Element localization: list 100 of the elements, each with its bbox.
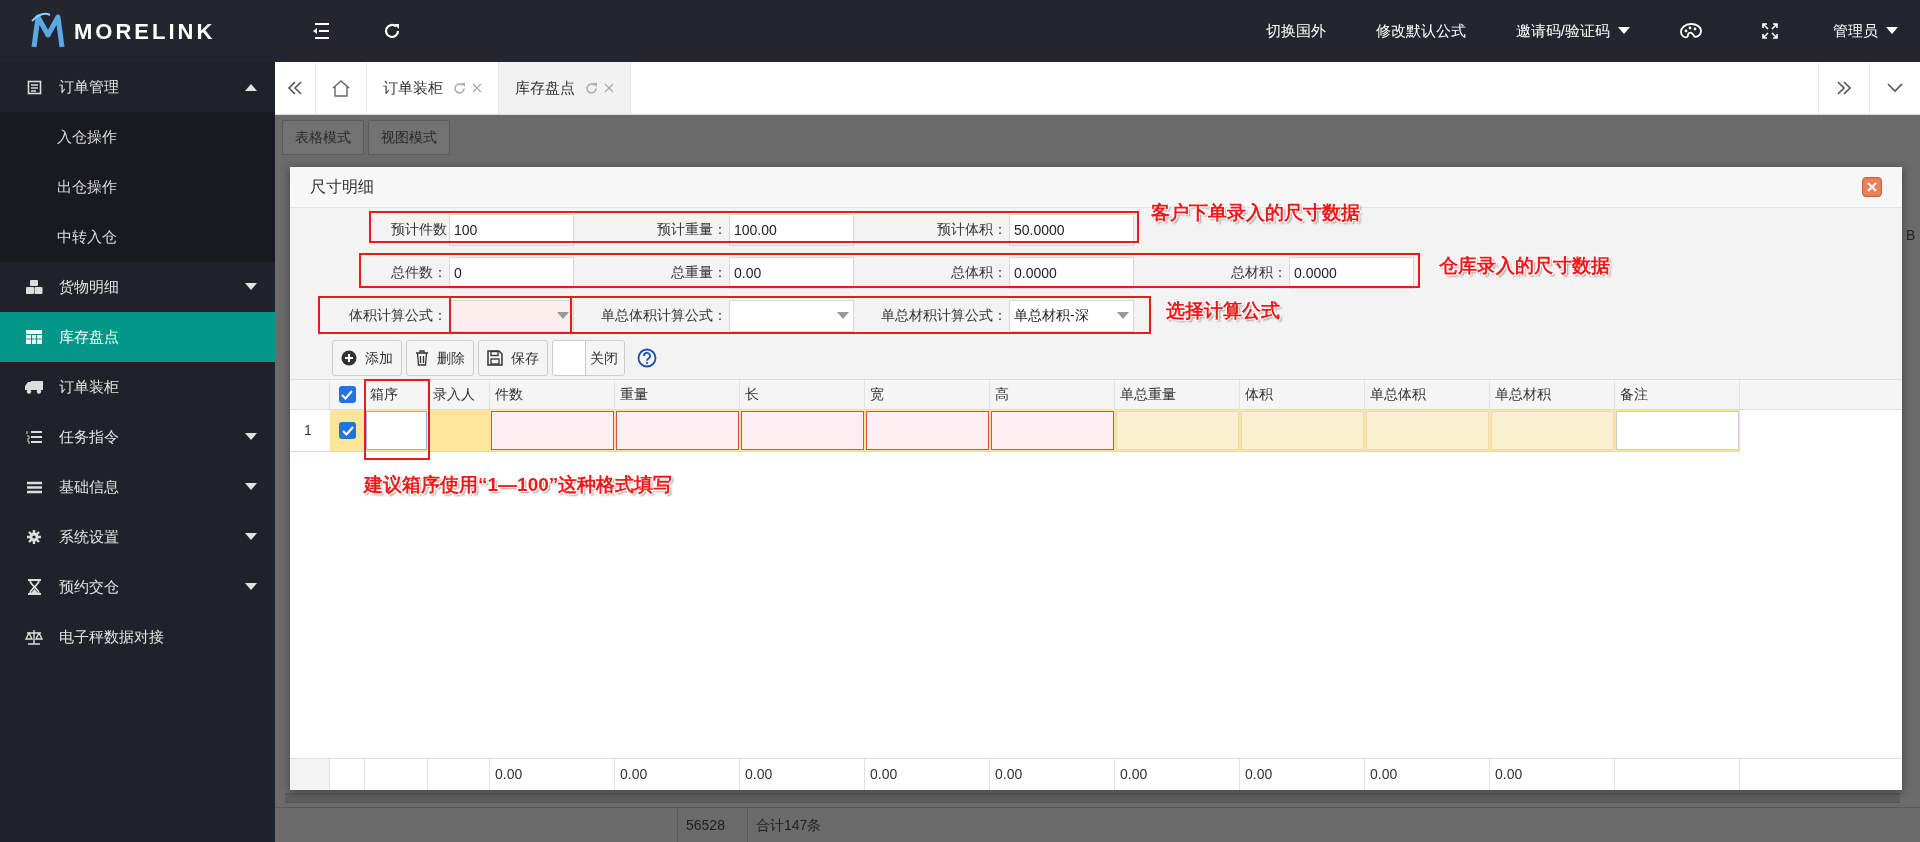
summary-cell: 0.00 [615, 759, 740, 790]
refresh-icon[interactable] [383, 22, 401, 40]
caret-icon [245, 583, 257, 591]
truck-icon [25, 380, 43, 394]
submenu-item[interactable]: 出仓操作 [0, 162, 275, 212]
caret-icon [245, 433, 257, 441]
input-field[interactable]: 0.0000 [1289, 256, 1414, 289]
input-field[interactable] [366, 411, 427, 450]
select-field[interactable]: 单总材积-深 [1009, 299, 1134, 332]
input-field[interactable]: 0.00 [729, 256, 854, 289]
column-header[interactable]: 录入人 [428, 380, 490, 409]
column-header[interactable]: 长 [740, 380, 865, 409]
summary-cell: 0.00 [990, 759, 1115, 790]
caret-icon [1117, 311, 1129, 320]
horizontal-scrollbar[interactable] [285, 793, 1900, 803]
save-button[interactable]: 保存 [478, 340, 548, 376]
column-header[interactable]: 件数 [490, 380, 615, 409]
column-header[interactable]: 单总材积 [1490, 380, 1615, 409]
hourglass-icon [27, 579, 41, 595]
input-field[interactable] [491, 411, 614, 450]
add-button[interactable]: 添加 [332, 340, 402, 376]
input-field[interactable] [991, 411, 1114, 450]
dialog-title: 尺寸明细 [310, 177, 375, 197]
field-label: 单总体积计算公式： [600, 306, 728, 325]
column-header[interactable]: 单总体积 [1365, 380, 1490, 409]
row-number: 1 [290, 410, 330, 451]
user-menu[interactable]: 管理员 [1813, 0, 1920, 62]
double-chevron-right-icon[interactable] [1836, 81, 1852, 95]
footer-cell: 56528 [677, 808, 747, 842]
menu-icon [26, 480, 42, 494]
caret-icon [245, 283, 257, 291]
input-field[interactable]: 100.00 [729, 213, 854, 246]
help-icon[interactable] [637, 348, 657, 368]
column-header[interactable]: 单总重量 [1115, 380, 1240, 409]
sidebar-item[interactable]: 任务指令 [0, 412, 275, 462]
field-label: 单总材积计算公式： [880, 306, 1008, 325]
chevron-down-icon[interactable] [1887, 83, 1903, 93]
caret-icon [245, 483, 257, 491]
caret-icon [245, 533, 257, 541]
field-label: 预计重量： [656, 220, 728, 239]
column-header[interactable]: 体积 [1240, 380, 1365, 409]
field-label: 体积计算公式： [348, 306, 448, 325]
annotation-text: 仓库录入的尺寸数据 [1439, 254, 1610, 278]
select-field[interactable] [729, 299, 854, 332]
column-header[interactable]: 备注 [1615, 380, 1740, 409]
column-header[interactable]: 宽 [865, 380, 990, 409]
menu-toggle-icon[interactable] [311, 22, 331, 40]
trash-icon [415, 350, 429, 366]
caret-icon [245, 83, 257, 91]
palette-icon[interactable] [1680, 22, 1702, 40]
close-icon [1867, 182, 1877, 192]
annotation-text: 建议箱序使用“1—100”这种格式填写 [364, 473, 673, 497]
top-bar-link[interactable]: 修改默认公式 [1350, 0, 1491, 62]
sidebar-item[interactable]: 预约交仓 [0, 562, 275, 612]
input-field[interactable] [616, 411, 739, 450]
caret-icon [1618, 27, 1630, 35]
column-header[interactable]: 重量 [615, 380, 740, 409]
input-field[interactable]: 0.0000 [1009, 256, 1134, 289]
tab[interactable]: 库存盘点 [499, 62, 631, 114]
input-field[interactable]: 50.0000 [1009, 213, 1134, 246]
caret-icon [1886, 27, 1898, 35]
column-header[interactable]: 高 [990, 380, 1115, 409]
field-label: 总材积： [1230, 263, 1288, 282]
summary-cell: 0.00 [1240, 759, 1365, 790]
cubes-icon [25, 279, 43, 295]
close-icon[interactable] [604, 83, 614, 93]
checkbox[interactable] [338, 386, 356, 403]
delete-button[interactable]: 删除 [406, 340, 474, 376]
double-chevron-left-icon[interactable] [287, 81, 303, 95]
sidebar-item[interactable]: 系统设置 [0, 512, 275, 562]
column-heading: B [1906, 226, 1916, 245]
close-button[interactable] [1862, 177, 1882, 197]
close-icon[interactable] [472, 83, 482, 93]
input-field[interactable]: 0 [449, 256, 574, 289]
field-label: 总体积： [950, 263, 1008, 282]
sidebar-item[interactable]: 基础信息 [0, 462, 275, 512]
input-field[interactable] [741, 411, 864, 450]
top-bar-link[interactable]: 切换国外 [1240, 0, 1351, 62]
sidebar-item[interactable]: 订单管理 [0, 62, 275, 112]
input-field[interactable] [866, 411, 989, 450]
summary-cell: 0.00 [865, 759, 990, 790]
checkbox[interactable] [339, 422, 356, 439]
close-button[interactable]: 关闭 [552, 340, 625, 376]
column-header[interactable]: 箱序 [365, 380, 428, 409]
summary-cell: 0.00 [490, 759, 615, 790]
sidebar-item[interactable]: 电子秤数据对接 [0, 612, 275, 662]
sidebar-item[interactable]: 订单装柜 [0, 362, 275, 412]
top-bar-link[interactable]: 邀请码/验证码 [1490, 0, 1655, 62]
input-field[interactable] [1616, 411, 1739, 450]
sidebar-item[interactable]: 货物明细 [0, 262, 275, 312]
form-icon [26, 79, 42, 95]
caret-icon [837, 311, 849, 320]
home-icon[interactable] [331, 79, 351, 97]
input-field[interactable]: 100 [449, 213, 574, 246]
plus-circle-icon [341, 350, 357, 366]
sidebar-item[interactable]: 库存盘点 [0, 312, 275, 362]
submenu-item[interactable]: 中转入仓 [0, 212, 275, 262]
table-row[interactable]: 1 [290, 410, 1740, 452]
submenu-item[interactable]: 入仓操作 [0, 112, 275, 162]
fullscreen-icon[interactable] [1762, 23, 1778, 39]
